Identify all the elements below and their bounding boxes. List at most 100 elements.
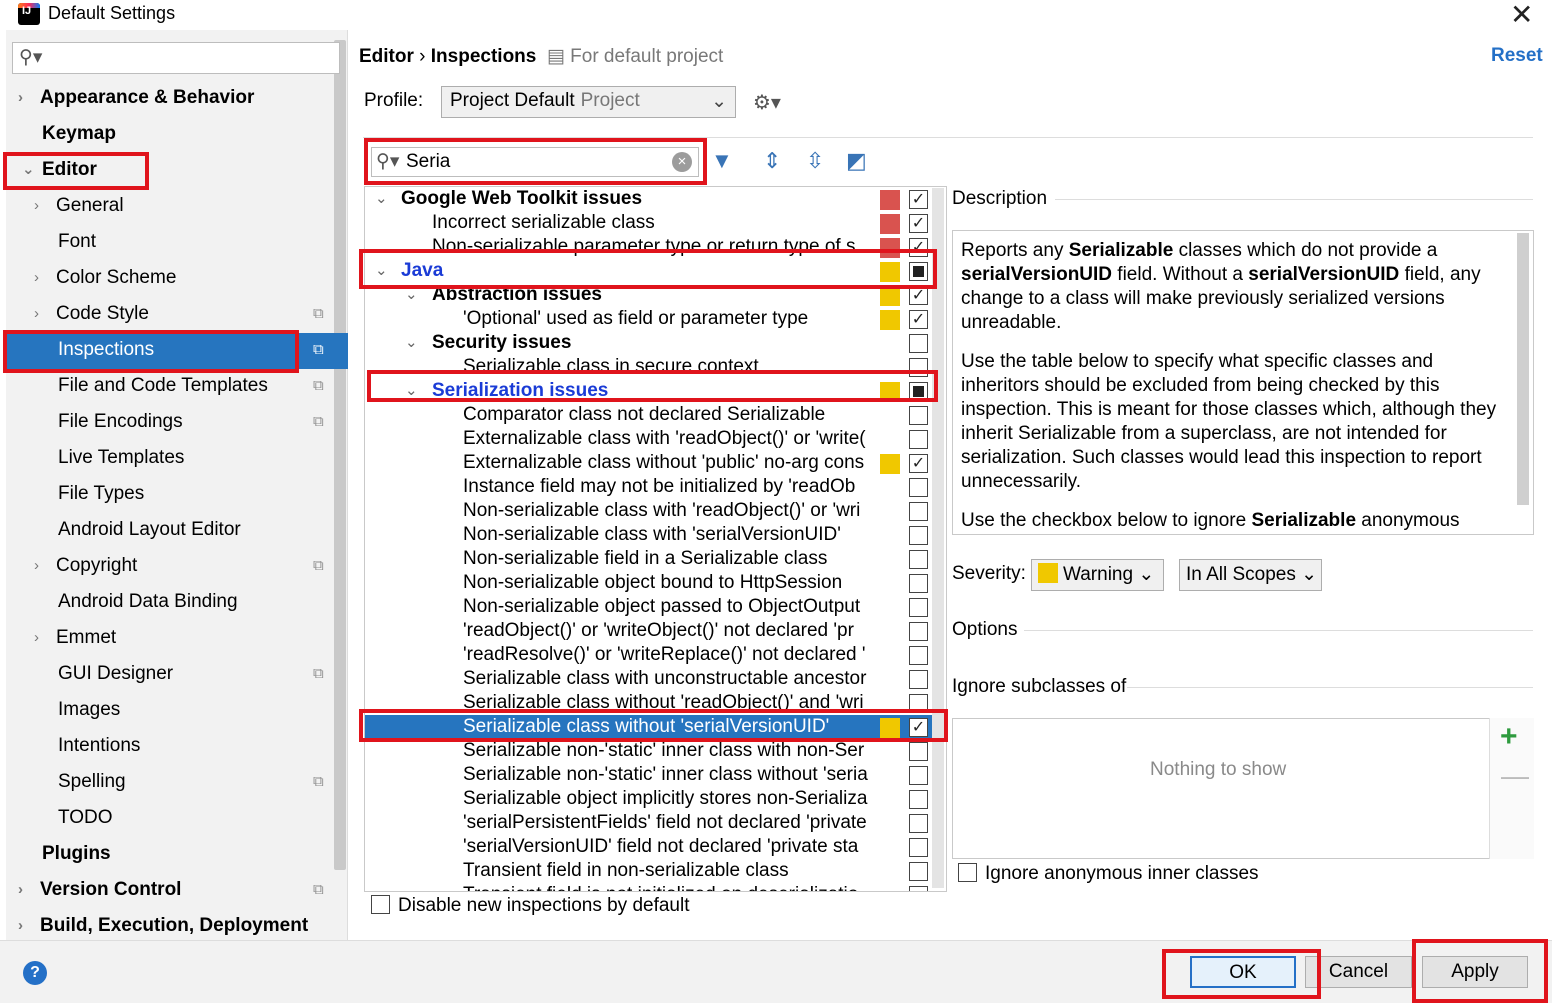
inspection-row[interactable]: Serializable class with unconstructable … <box>365 667 935 691</box>
help-icon[interactable]: ? <box>23 961 47 985</box>
inspection-enabled-checkbox[interactable]: ✓ <box>909 190 928 209</box>
inspection-enabled-checkbox[interactable] <box>909 766 928 785</box>
inspection-enabled-checkbox[interactable] <box>909 262 928 281</box>
expand-all-icon[interactable]: ⇕ <box>763 148 781 174</box>
inspection-search-input[interactable]: ⚲▾ Seria × <box>371 147 699 177</box>
inspection-enabled-checkbox[interactable]: ✓ <box>909 310 928 329</box>
inspection-enabled-checkbox[interactable] <box>909 646 928 665</box>
reset-to-defaults-icon[interactable]: ◩ <box>846 148 867 174</box>
sidebar-item-copyright[interactable]: › Copyright <box>34 549 137 583</box>
sidebar-item-file-encodings[interactable]: File Encodings <box>58 405 183 439</box>
sidebar-item-plugins[interactable]: Plugins <box>42 837 111 871</box>
inspection-enabled-checkbox[interactable]: ✓ <box>909 286 928 305</box>
sidebar-item-keymap[interactable]: Keymap <box>42 117 116 151</box>
inspection-row[interactable]: 'serialPersistentFields' field not decla… <box>365 811 935 835</box>
inspection-enabled-checkbox[interactable] <box>909 382 928 401</box>
scope-dropdown[interactable]: In All Scopes ⌄ <box>1179 559 1322 591</box>
sidebar-item-general[interactable]: › General <box>34 189 124 223</box>
inspection-row[interactable]: Non-serializable object bound to HttpSes… <box>365 571 935 595</box>
inspection-row[interactable]: Serializable object implicitly stores no… <box>365 787 935 811</box>
sidebar-item-live-templates[interactable]: Live Templates <box>58 441 184 475</box>
inspection-enabled-checkbox[interactable] <box>909 742 928 761</box>
sidebar-item-intentions[interactable]: Intentions <box>58 729 140 763</box>
settings-search-input[interactable]: ⚲▾ <box>12 42 340 74</box>
inspection-row[interactable]: Serializable class without 'serialVersio… <box>365 715 945 739</box>
inspection-row[interactable]: ⌄ Abstraction issues ✓ <box>365 283 935 307</box>
close-icon[interactable]: ✕ <box>1510 0 1533 31</box>
sidebar-item-gui-designer[interactable]: GUI Designer <box>58 657 173 691</box>
clear-search-icon[interactable]: × <box>672 152 692 172</box>
chevron-down-icon[interactable]: ⌄ <box>405 331 418 355</box>
chevron-right-icon[interactable]: › <box>18 909 23 943</box>
inspection-tree-scrollbar[interactable] <box>932 188 944 888</box>
ignore-anonymous-checkbox[interactable]: Ignore anonymous inner classes <box>958 863 1259 885</box>
sidebar-item-file-types[interactable]: File Types <box>58 477 144 511</box>
gear-icon[interactable]: ⚙▾ <box>753 90 781 115</box>
inspection-row[interactable]: Non-serializable class with 'serialVersi… <box>365 523 935 547</box>
inspection-enabled-checkbox[interactable]: ✓ <box>909 214 928 233</box>
inspection-row[interactable]: ⌄ Google Web Toolkit issues ✓ <box>365 187 935 211</box>
inspection-row[interactable]: ⌄ Java <box>365 259 935 283</box>
inspection-enabled-checkbox[interactable] <box>909 502 928 521</box>
cancel-button[interactable]: Cancel <box>1305 956 1412 988</box>
disable-new-inspections-checkbox[interactable]: Disable new inspections by default <box>371 895 690 917</box>
inspection-enabled-checkbox[interactable] <box>909 526 928 545</box>
inspection-enabled-checkbox[interactable] <box>909 862 928 881</box>
inspection-enabled-checkbox[interactable] <box>909 790 928 809</box>
profile-dropdown[interactable]: Project Default Project ⌄ <box>441 86 736 118</box>
inspection-enabled-checkbox[interactable] <box>909 574 928 593</box>
inspection-enabled-checkbox[interactable] <box>909 406 928 425</box>
inspection-enabled-checkbox[interactable] <box>909 334 928 353</box>
ok-button[interactable]: OK <box>1190 956 1296 988</box>
inspection-enabled-checkbox[interactable] <box>909 814 928 833</box>
inspection-row[interactable]: 'Optional' used as field or parameter ty… <box>365 307 935 331</box>
sidebar-item-android-data-binding[interactable]: Android Data Binding <box>58 585 238 619</box>
apply-button[interactable]: Apply <box>1422 956 1528 988</box>
sidebar-item-images[interactable]: Images <box>58 693 120 727</box>
chevron-right-icon[interactable]: › <box>34 189 39 223</box>
ignore-subclasses-list[interactable] <box>952 718 1534 859</box>
chevron-right-icon[interactable]: › <box>18 873 23 907</box>
sidebar-item-color-scheme[interactable]: › Color Scheme <box>34 261 176 295</box>
chevron-right-icon[interactable]: › <box>34 621 39 655</box>
inspection-row[interactable]: Non-serializable object passed to Object… <box>365 595 935 619</box>
inspection-enabled-checkbox[interactable] <box>909 886 928 891</box>
chevron-right-icon[interactable]: › <box>34 297 39 331</box>
sidebar-item-version-control[interactable]: › Version Control <box>18 873 181 907</box>
reset-link[interactable]: Reset <box>1491 45 1543 67</box>
description-scrollbar[interactable] <box>1517 233 1529 505</box>
sidebar-item-file-and-code-templates[interactable]: File and Code Templates <box>58 369 268 403</box>
sidebar-item-appearance-behavior[interactable]: › Appearance & Behavior <box>18 81 254 115</box>
inspection-row[interactable]: Transient field is not initialized on de… <box>365 883 935 891</box>
inspection-row[interactable]: Incorrect serializable class ✓ <box>365 211 935 235</box>
inspection-row[interactable]: Transient field in non-serializable clas… <box>365 859 935 883</box>
sidebar-scrollbar[interactable] <box>334 40 346 870</box>
inspection-row[interactable]: Comparator class not declared Serializab… <box>365 403 935 427</box>
inspection-row[interactable]: Non-serializable parameter type or retur… <box>365 235 935 259</box>
filter-icon[interactable]: ▼ <box>711 148 733 174</box>
inspection-enabled-checkbox[interactable]: ✓ <box>909 238 928 257</box>
sidebar-item-todo[interactable]: TODO <box>58 801 113 835</box>
checkbox[interactable] <box>371 895 390 914</box>
chevron-right-icon[interactable]: › <box>18 81 23 115</box>
inspection-row[interactable]: ⌄ Security issues <box>365 331 935 355</box>
sidebar-item-emmet[interactable]: › Emmet <box>34 621 116 655</box>
inspection-row[interactable]: Serializable class in secure context <box>365 355 935 379</box>
chevron-down-icon[interactable]: ⌄ <box>405 379 418 403</box>
chevron-down-icon[interactable]: ⌄ <box>375 259 388 283</box>
severity-dropdown[interactable]: Warning ⌄ <box>1031 559 1164 591</box>
sidebar-item-code-style[interactable]: › Code Style <box>34 297 149 331</box>
inspection-enabled-checkbox[interactable] <box>909 622 928 641</box>
sidebar-item-spelling[interactable]: Spelling <box>58 765 126 799</box>
checkbox[interactable] <box>958 863 977 882</box>
inspection-enabled-checkbox[interactable] <box>909 838 928 857</box>
inspection-row[interactable]: Serializable class without 'readObject()… <box>365 691 935 715</box>
sidebar-item-inspections[interactable]: Inspections <box>58 333 154 367</box>
inspection-enabled-checkbox[interactable] <box>909 358 928 377</box>
inspection-row[interactable]: Serializable non-'static' inner class wi… <box>365 763 935 787</box>
chevron-right-icon[interactable]: › <box>34 549 39 583</box>
inspection-row[interactable]: Instance field may not be initialized by… <box>365 475 935 499</box>
inspection-enabled-checkbox[interactable] <box>909 598 928 617</box>
sidebar-item-build-execution-deployment[interactable]: › Build, Execution, Deployment <box>18 909 308 943</box>
inspection-row[interactable]: Externalizable class with 'readObject()'… <box>365 427 935 451</box>
